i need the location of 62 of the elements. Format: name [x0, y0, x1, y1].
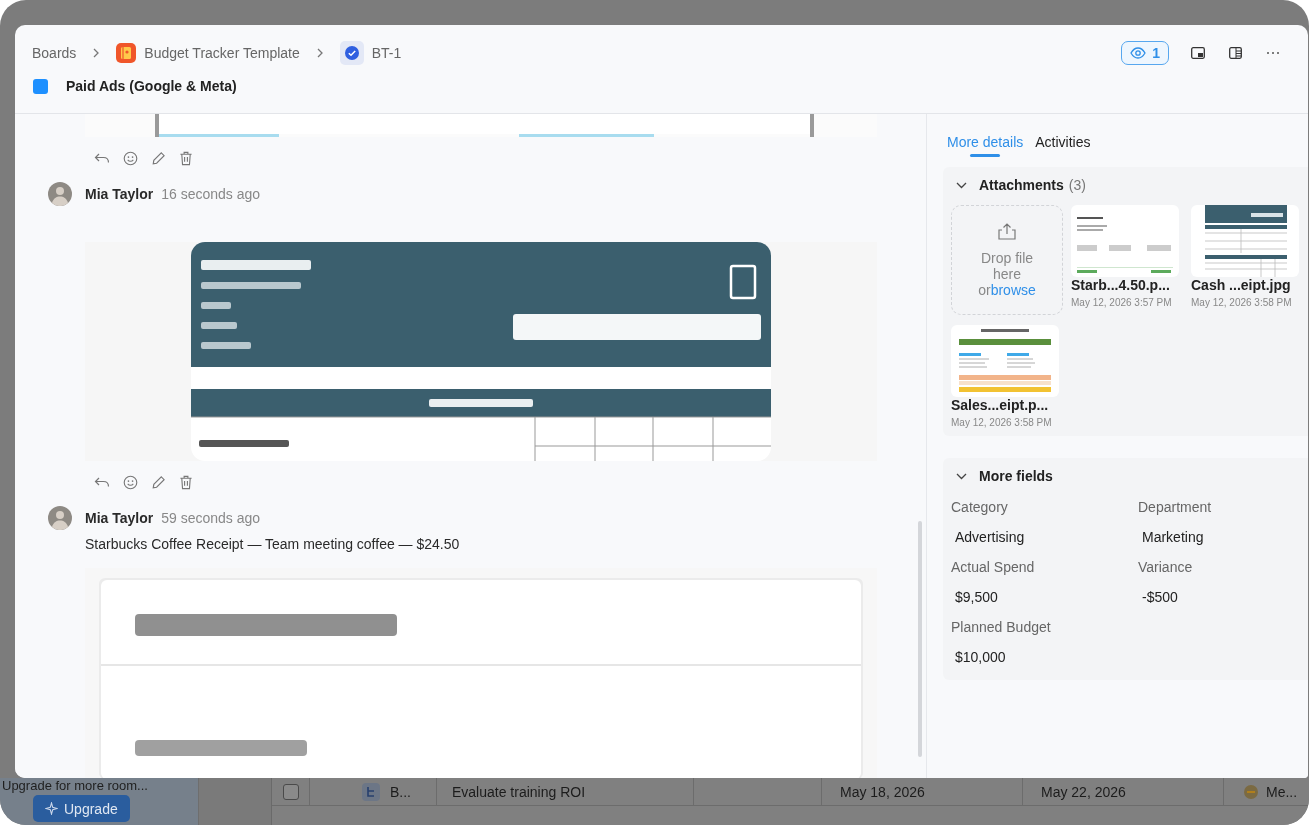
delete-icon[interactable]	[179, 474, 193, 490]
upgrade-note: Upgrade for more room...	[2, 778, 148, 794]
field-label: Planned Budget	[951, 618, 1052, 636]
task-type-icon	[33, 78, 48, 94]
section-title: Attachments	[979, 177, 1064, 193]
edit-icon[interactable]	[151, 474, 166, 490]
emoji-icon[interactable]	[123, 150, 138, 166]
upgrade-button[interactable]: Upgrade	[33, 795, 130, 822]
file-name[interactable]: Starb...4.50.p...	[1071, 277, 1183, 293]
attachment-count: (3)	[1068, 177, 1086, 193]
drop-hint: Drop file here orbrowse	[977, 250, 1037, 298]
task-title: Paid Ads (Google & Meta)	[66, 78, 237, 94]
subtask-icon	[362, 782, 380, 801]
task-id: B...	[390, 783, 411, 800]
file-date: May 12, 2026 3:58 PM	[1191, 297, 1293, 308]
more-icon[interactable]	[1266, 51, 1280, 55]
reply-icon[interactable]	[94, 476, 110, 488]
start-date: May 18, 2026	[840, 783, 925, 800]
field-label: Category	[951, 498, 1009, 516]
row-checkbox[interactable]	[282, 783, 299, 800]
reply-icon[interactable]	[94, 152, 110, 164]
upload-icon	[997, 222, 1017, 240]
eye-icon	[1130, 47, 1147, 59]
avatar	[48, 506, 72, 530]
section-title: More fields	[979, 468, 1053, 484]
chevron-right-icon	[92, 48, 101, 58]
comment-time: 59 seconds ago	[161, 510, 261, 526]
file-name[interactable]: Cash ...eipt.jpg	[1191, 277, 1303, 293]
file-date: May 12, 2026 3:57 PM	[1071, 297, 1173, 308]
field-value[interactable]: $9,500	[951, 588, 1138, 606]
file-date: May 12, 2026 3:58 PM	[951, 417, 1053, 428]
field-value[interactable]: $10,000	[951, 648, 1138, 666]
task-name: Evaluate training ROI	[452, 783, 586, 800]
chevron-down-icon[interactable]	[956, 181, 967, 189]
field-label: Variance	[1138, 558, 1194, 576]
chevron-right-icon	[315, 48, 324, 58]
comment-time: 16 seconds ago	[161, 186, 261, 202]
avatar	[48, 182, 72, 206]
side-panel-icon[interactable]	[1229, 47, 1242, 59]
breadcrumb-link[interactable]: Budget Tracker Template	[144, 45, 300, 61]
field-label: Department	[1138, 498, 1213, 516]
field-value[interactable]: Advertising	[951, 528, 1138, 546]
priority-icon	[1244, 784, 1258, 799]
breadcrumb-link[interactable]: Boards	[32, 45, 77, 61]
emoji-icon[interactable]	[123, 474, 138, 490]
notebook-icon	[116, 43, 137, 63]
comment-author: Mia Taylor	[85, 510, 154, 526]
field-value[interactable]: -$500	[1138, 588, 1308, 606]
breadcrumb-link[interactable]: BT-1	[371, 45, 402, 61]
field-value[interactable]: Marketing	[1138, 528, 1308, 546]
chevron-down-icon[interactable]	[956, 472, 967, 480]
comment-text: Starbucks Coffee Receipt — Team meeting coffee — $24.50	[85, 535, 461, 553]
assignee-name: Me...	[1266, 783, 1298, 800]
delete-icon[interactable]	[179, 150, 193, 166]
edit-icon[interactable]	[151, 150, 166, 166]
file-name[interactable]: Sales...eipt.p...	[951, 397, 1063, 413]
picture-in-picture-icon[interactable]	[1191, 47, 1205, 59]
sparkle-icon	[45, 802, 58, 815]
end-date: May 22, 2026	[1041, 783, 1126, 800]
field-label: Actual Spend	[951, 558, 1036, 576]
comment-author: Mia Taylor	[85, 186, 154, 202]
tab[interactable]: Activities	[1035, 132, 1091, 157]
